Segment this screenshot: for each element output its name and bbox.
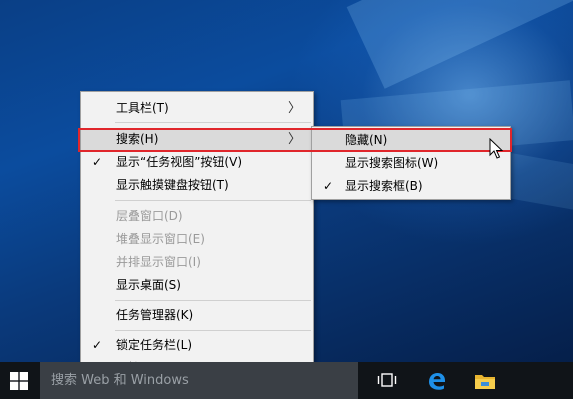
menu-item-toolbars[interactable]: 工具栏(T) 〉: [81, 97, 313, 120]
menu-item-show-touch-keyboard-button[interactable]: 显示触摸键盘按钮(T): [81, 174, 313, 197]
checkmark-icon: ✓: [92, 338, 103, 352]
taskbar: 搜索 Web 和 Windows: [0, 362, 573, 399]
submenu-arrow-icon: 〉: [287, 101, 301, 116]
menu-separator: [115, 300, 311, 301]
menu-item-cascade-windows: 层叠窗口(D): [81, 205, 313, 228]
task-view-icon: [377, 373, 397, 387]
checkmark-icon: ✓: [323, 179, 334, 193]
menu-item-label: 显示“任务视图”按钮(V): [116, 155, 243, 169]
menu-item-stack-windows: 堆叠显示窗口(E): [81, 228, 313, 251]
taskbar-search-box[interactable]: 搜索 Web 和 Windows: [40, 362, 358, 399]
submenu-item-show-search-box[interactable]: ✓ 显示搜索框(B): [312, 175, 510, 198]
submenu-arrow-icon: 〉: [287, 132, 301, 147]
search-submenu: 隐藏(N) 显示搜索图标(W) ✓ 显示搜索框(B): [311, 126, 511, 200]
menu-item-show-task-view-button[interactable]: ✓ 显示“任务视图”按钮(V): [81, 151, 313, 174]
menu-item-label: 显示桌面(S): [116, 278, 181, 292]
menu-item-label: 并排显示窗口(I): [116, 255, 201, 269]
menu-item-label: 层叠窗口(D): [116, 209, 183, 223]
task-view-button[interactable]: [366, 362, 406, 399]
mouse-pointer-icon: [489, 138, 504, 159]
menu-item-task-manager[interactable]: 任务管理器(K): [81, 304, 313, 327]
menu-separator: [115, 330, 311, 331]
menu-item-label: 锁定任务栏(L): [116, 338, 193, 352]
start-button[interactable]: [0, 362, 40, 399]
search-placeholder: 搜索 Web 和 Windows: [51, 373, 189, 388]
menu-item-label: 显示触摸键盘按钮(T): [116, 178, 229, 192]
menu-item-label: 工具栏(T): [116, 101, 169, 115]
menu-item-label: 任务管理器(K): [116, 308, 194, 322]
menu-item-label: 隐藏(N): [345, 133, 388, 147]
edge-icon: [429, 373, 445, 390]
file-explorer-button[interactable]: [463, 362, 503, 399]
edge-browser-button[interactable]: [416, 362, 456, 399]
menu-item-label: 堆叠显示窗口(E): [116, 232, 205, 246]
menu-item-search[interactable]: 搜索(H) 〉: [81, 128, 313, 151]
file-explorer-icon: [475, 375, 495, 389]
menu-item-show-desktop[interactable]: 显示桌面(S): [81, 274, 313, 297]
menu-item-label: 搜索(H): [116, 132, 159, 146]
submenu-item-show-search-icon[interactable]: 显示搜索图标(W): [312, 152, 510, 175]
checkmark-icon: ✓: [92, 155, 103, 169]
menu-item-lock-taskbar[interactable]: ✓ 锁定任务栏(L): [81, 334, 313, 357]
menu-item-side-by-side-windows: 并排显示窗口(I): [81, 251, 313, 274]
menu-separator: [115, 122, 311, 123]
wallpaper-light-beam: [346, 0, 573, 89]
windows-start-icon: [10, 372, 28, 390]
menu-item-label: 显示搜索图标(W): [345, 156, 439, 170]
submenu-item-hidden[interactable]: 隐藏(N): [312, 129, 510, 152]
taskbar-context-menu: 工具栏(T) 〉 搜索(H) 〉 ✓ 显示“任务视图”按钮(V) 显示触摸键盘按…: [80, 91, 314, 383]
menu-separator: [115, 200, 311, 201]
menu-item-label: 显示搜索框(B): [345, 179, 423, 193]
